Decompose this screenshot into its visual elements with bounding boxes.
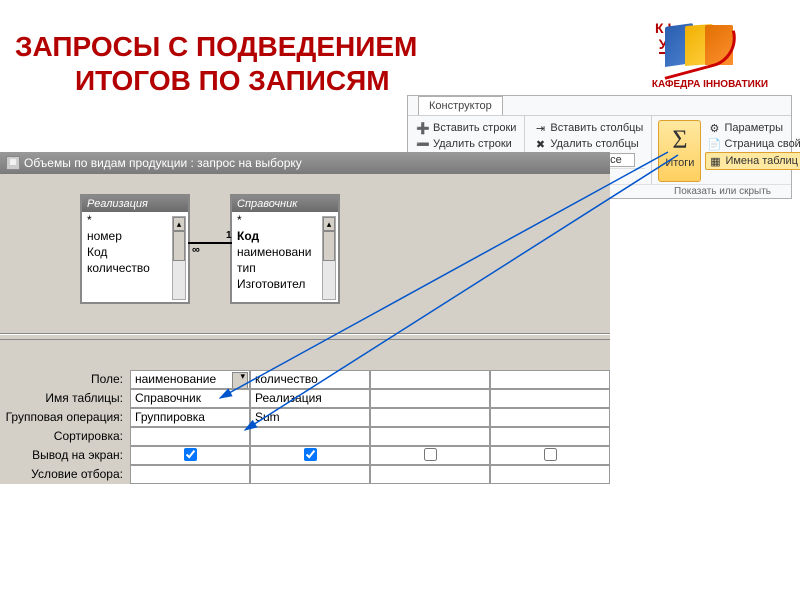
field-cell[interactable]: количество: [250, 370, 370, 389]
qbe-grid: Поле: наименование количество Имя таблиц…: [0, 340, 610, 484]
total-cell[interactable]: Sum: [250, 408, 370, 427]
table-realization-title: Реализация: [82, 196, 188, 212]
ribbon-tab-design[interactable]: Конструктор: [418, 96, 503, 115]
sort-cell[interactable]: [370, 427, 490, 446]
table-directory-title: Справочник: [232, 196, 338, 212]
row-label-sort: Сортировка:: [0, 427, 130, 446]
row-label-table: Имя таблицы:: [0, 389, 130, 408]
show-cell[interactable]: [250, 446, 370, 465]
total-cell[interactable]: Группировка: [130, 408, 250, 427]
sort-cell[interactable]: [130, 427, 250, 446]
table-directory[interactable]: Справочник * Код наименовани тип Изготов…: [230, 194, 340, 304]
insert-columns-button[interactable]: ⇥Вставить столбцы: [531, 120, 645, 136]
total-cell[interactable]: [370, 408, 490, 427]
total-cell[interactable]: [490, 408, 610, 427]
row-label-criteria: Условие отбора:: [0, 465, 130, 484]
scroll-up-icon[interactable]: ▴: [323, 217, 335, 231]
row-label-show: Вывод на экран:: [0, 446, 130, 465]
row-label-field: Поле:: [0, 370, 130, 389]
scrollbar[interactable]: ▴: [322, 216, 336, 300]
sort-cell[interactable]: [490, 427, 610, 446]
title-line2: ИТОГОВ ПО ЗАПИСЯМ: [75, 64, 417, 98]
totals-button[interactable]: Σ Итоги: [658, 120, 701, 182]
show-checkbox[interactable]: [424, 448, 437, 461]
criteria-cell[interactable]: [490, 465, 610, 484]
table-names-button[interactable]: ▦Имена таблиц: [705, 152, 800, 170]
insert-rows-button[interactable]: ➕Вставить строки: [414, 120, 518, 136]
field-cell[interactable]: наименование: [130, 370, 250, 389]
table-cell[interactable]: [490, 389, 610, 408]
show-cell[interactable]: [370, 446, 490, 465]
property-sheet-icon: 📄: [707, 137, 721, 151]
parameters-icon: ⚙: [707, 121, 721, 135]
insert-columns-icon: ⇥: [533, 121, 547, 135]
logo-text-1: КАФЕДРА ІННОВАТИКИ: [645, 79, 775, 90]
insert-rows-icon: ➕: [416, 121, 430, 135]
parameters-button[interactable]: ⚙Параметры: [705, 120, 800, 136]
delete-rows-icon: ➖: [416, 137, 430, 151]
row-label-total: Групповая операция:: [0, 408, 130, 427]
show-cell[interactable]: [130, 446, 250, 465]
scroll-thumb[interactable]: [173, 231, 185, 261]
show-checkbox[interactable]: [544, 448, 557, 461]
delete-columns-icon: ✖: [533, 137, 547, 151]
criteria-cell[interactable]: [250, 465, 370, 484]
delete-columns-button[interactable]: ✖Удалить столбцы: [531, 136, 645, 152]
table-cell[interactable]: Реализация: [250, 389, 370, 408]
table-names-icon: ▦: [708, 154, 722, 168]
relationship-pane[interactable]: Реализация * номер Код количество ▴ Спра…: [0, 174, 610, 334]
department-logo: К ІУ КАФЕДРА ІННОВАТИКИ ТА УПРАВЛІННЯ: [645, 15, 775, 105]
scroll-thumb[interactable]: [323, 231, 335, 261]
title-line1: ЗАПРОСЫ С ПОДВЕДЕНИЕМ: [15, 30, 417, 64]
scrollbar[interactable]: ▴: [172, 216, 186, 300]
criteria-cell[interactable]: [370, 465, 490, 484]
window-title: Объемы по видам продукции : запрос на вы…: [24, 156, 302, 170]
show-checkbox[interactable]: [184, 448, 197, 461]
window-icon: ▦: [6, 156, 20, 170]
query-design-window: ▦ Объемы по видам продукции : запрос на …: [0, 152, 610, 484]
table-realization[interactable]: Реализация * номер Код количество ▴: [80, 194, 190, 304]
property-sheet-button[interactable]: 📄Страница свойств: [705, 136, 800, 152]
window-titlebar[interactable]: ▦ Объемы по видам продукции : запрос на …: [0, 152, 610, 174]
table-cell[interactable]: [370, 389, 490, 408]
show-checkbox[interactable]: [304, 448, 317, 461]
sigma-icon: Σ: [672, 125, 687, 155]
field-cell[interactable]: [490, 370, 610, 389]
show-cell[interactable]: [490, 446, 610, 465]
table-cell[interactable]: Справочник: [130, 389, 250, 408]
relationship-many: ∞: [192, 244, 200, 256]
relationship-one: 1: [226, 230, 232, 241]
delete-rows-button[interactable]: ➖Удалить строки: [414, 136, 518, 152]
slide-title: ЗАПРОСЫ С ПОДВЕДЕНИЕМ ИТОГОВ ПО ЗАПИСЯМ: [15, 30, 417, 97]
sort-cell[interactable]: [250, 427, 370, 446]
criteria-cell[interactable]: [130, 465, 250, 484]
scroll-up-icon[interactable]: ▴: [173, 217, 185, 231]
field-cell[interactable]: [370, 370, 490, 389]
